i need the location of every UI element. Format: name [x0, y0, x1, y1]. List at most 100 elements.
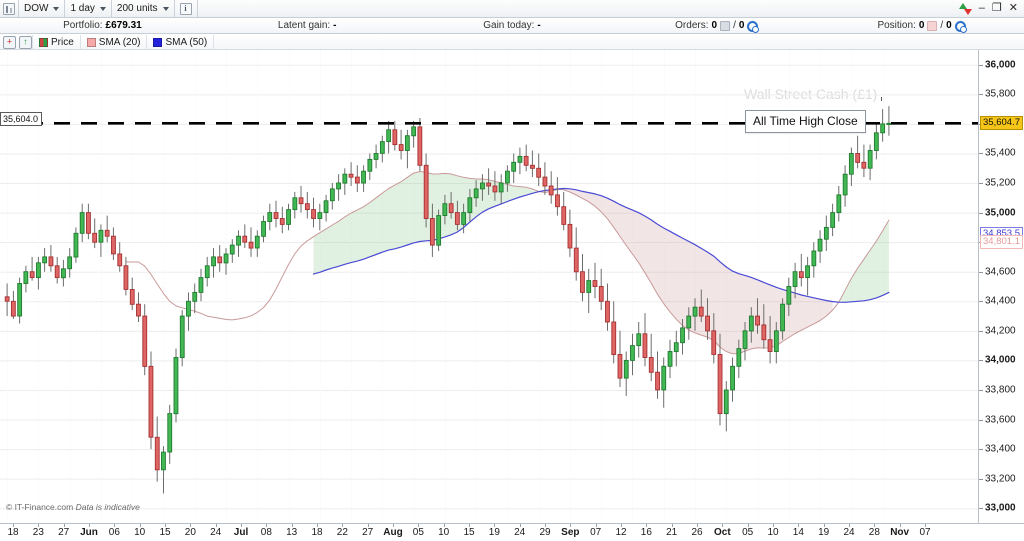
price-axis-tick — [979, 419, 983, 421]
chart-type-button[interactable] — [0, 0, 19, 17]
orders-label: Orders: — [675, 20, 709, 31]
legend-item-sma50[interactable]: SMA (50) — [146, 34, 213, 50]
gain-today-label: Gain today: — [483, 20, 535, 31]
price-axis-tick — [979, 64, 983, 66]
window-controls: – ❐ ✕ — [954, 0, 1024, 17]
gain-today-value: - — [537, 20, 541, 31]
annotation-pointer-line — [880, 97, 882, 102]
units-label: 200 units — [116, 3, 158, 14]
price-axis-label: 35,200 — [985, 177, 1016, 189]
price-axis-label: 33,800 — [985, 384, 1016, 396]
date-axis-label: 08 — [260, 527, 272, 538]
price-axis-label: 34,000 — [985, 354, 1016, 366]
chevron-down-icon — [162, 6, 169, 11]
latent-gain-label: Latent gain: — [277, 20, 331, 31]
price-axis-tick — [979, 94, 983, 96]
date-axis[interactable]: 18 23 27 Jun 06 10 15 20 24 Jul 08 13 18 22 27 Aug 05 10 1… — [0, 523, 1024, 541]
info-button[interactable]: i — [174, 0, 198, 17]
position-label: Position: — [877, 20, 916, 31]
position-grid-icon[interactable] — [927, 20, 938, 31]
date-axis-label: 16 — [640, 527, 652, 538]
price-axis-tick — [979, 508, 983, 510]
price-axis-tick — [979, 183, 983, 185]
date-axis-label: 26 — [691, 527, 703, 538]
orders-settings-icon[interactable] — [747, 20, 760, 33]
date-axis-label: 27 — [58, 527, 70, 538]
sma50-swatch-icon — [153, 37, 163, 47]
date-axis-label: 05 — [412, 527, 424, 538]
date-axis-label: 27 — [362, 527, 374, 538]
date-axis-label: 10 — [438, 527, 450, 538]
date-axis-label: Oct — [713, 527, 731, 538]
latent-gain-status: Latent gain: - — [205, 20, 410, 31]
price-axis-tick — [979, 301, 983, 303]
price-axis-tick — [979, 212, 983, 214]
timeframe-selector[interactable]: 1 day — [65, 0, 112, 17]
add-overlay-label: ↑ — [23, 36, 28, 47]
price-axis-label: 34,200 — [985, 325, 1016, 337]
units-selector[interactable]: 200 units — [111, 0, 175, 17]
date-axis-label: 07 — [919, 527, 931, 538]
date-axis-label: Jul — [233, 527, 249, 538]
position-count-secondary: 0 — [946, 20, 952, 31]
toolbar-spacer — [197, 0, 955, 17]
chevron-down-icon — [53, 6, 60, 11]
date-axis-label: 18 — [311, 527, 323, 538]
instrument-label: DOW — [24, 3, 49, 14]
date-axis-label: 07 — [590, 527, 602, 538]
refresh-icon[interactable] — [958, 2, 972, 15]
trading-chart-window: DOW 1 day 200 units i – ❐ ✕ Portfolio: £… — [0, 0, 1024, 541]
date-axis-label: 24 — [514, 527, 526, 538]
price-axis-label: 33,200 — [985, 473, 1016, 485]
footnote-disclaimer: Data is indicative — [75, 502, 140, 512]
price-axis-label: 34,600 — [985, 266, 1016, 278]
legend-empty-area — [213, 34, 1024, 50]
date-axis-label: 24 — [210, 527, 222, 538]
price-axis[interactable]: 33,000 33,200 33,400 33,600 33,800 34,000 34,2… — [978, 50, 1024, 523]
date-axis-label: 19 — [818, 527, 830, 538]
add-overlay-button[interactable]: ↑ — [19, 35, 32, 49]
minimize-button[interactable]: – — [979, 3, 985, 14]
close-button[interactable]: ✕ — [1009, 3, 1018, 14]
current-price-tag: 35,604.7 — [980, 116, 1023, 131]
restore-button[interactable]: ❐ — [992, 3, 1002, 14]
footnote-copyright: © IT-Finance.com — [6, 502, 74, 512]
price-axis-label: 33,400 — [985, 443, 1016, 455]
legend-item-price[interactable]: Price — [32, 34, 80, 50]
sma20-swatch-icon — [86, 37, 96, 47]
price-axis-label: 33,600 — [985, 414, 1016, 426]
date-axis-label: 19 — [488, 527, 500, 538]
orders-grid-icon[interactable] — [720, 20, 731, 31]
orders-separator: / — [733, 20, 736, 31]
chart-canvas-area[interactable]: Wall Street Cash (£1) 35,604.0 All Time … — [0, 50, 1024, 523]
position-count: 0 — [918, 20, 925, 31]
sma20-price-tag: 34,801.1 — [980, 234, 1023, 249]
date-axis-label: Aug — [383, 527, 403, 538]
all-time-high-annotation[interactable]: All Time High Close — [745, 110, 866, 133]
date-axis-label: 15 — [463, 527, 475, 538]
date-axis-label: 29 — [539, 527, 551, 538]
gain-today-status: Gain today: - — [410, 20, 615, 31]
indicator-legend-bar: + ↑ Price SMA (20) SMA (50) — [0, 34, 1024, 50]
add-indicator-label: + — [6, 36, 13, 47]
position-settings-icon[interactable] — [954, 20, 967, 33]
position-separator: / — [940, 20, 944, 31]
price-swatch-icon — [39, 37, 48, 47]
legend-item-sma20[interactable]: SMA (20) — [79, 34, 147, 50]
position-status: Position: 0 / 0 — [819, 20, 1024, 33]
top-toolbar: DOW 1 day 200 units i – ❐ ✕ — [0, 0, 1024, 18]
chevron-down-icon — [99, 6, 106, 11]
timeframe-label: 1 day — [70, 3, 95, 14]
instrument-selector[interactable]: DOW — [19, 0, 66, 17]
price-axis-label: 35,000 — [985, 207, 1016, 219]
date-axis-label: 15 — [159, 527, 171, 538]
price-axis-label: 33,000 — [985, 502, 1016, 514]
chart-icon — [3, 2, 15, 15]
date-axis-label: 28 — [868, 527, 880, 538]
add-indicator-button[interactable]: + — [3, 35, 16, 49]
price-axis-tick — [979, 330, 983, 332]
latent-gain-value: - — [333, 20, 337, 31]
price-axis-tick — [979, 360, 983, 362]
date-axis-label: 10 — [134, 527, 146, 538]
portfolio-status: Portfolio: £679.31 — [0, 20, 205, 31]
